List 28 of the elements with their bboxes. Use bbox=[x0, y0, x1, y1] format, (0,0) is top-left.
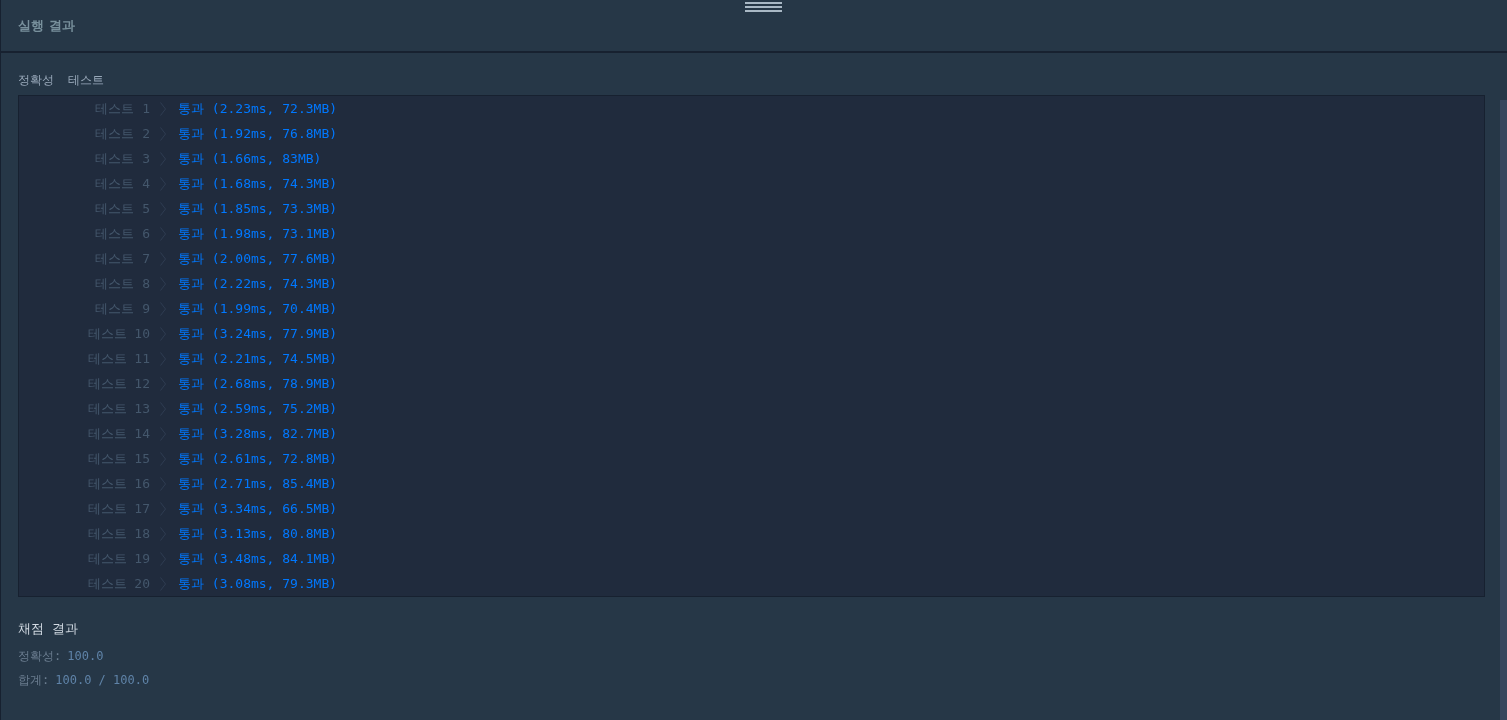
test-result: 통과 (2.59ms, 75.2MB) bbox=[178, 399, 338, 418]
test-result: 통과 (2.23ms, 72.3MB) bbox=[178, 99, 338, 118]
test-result: 통과 (2.61ms, 72.8MB) bbox=[178, 449, 338, 468]
test-result: 통과 (2.22ms, 74.3MB) bbox=[178, 274, 338, 293]
test-result: 통과 (1.99ms, 70.4MB) bbox=[178, 299, 338, 318]
test-result: 통과 (3.08ms, 79.3MB) bbox=[178, 574, 338, 593]
test-result: 통과 (3.34ms, 66.5MB) bbox=[178, 499, 338, 518]
test-result: 통과 (1.85ms, 73.3MB) bbox=[178, 199, 338, 218]
test-result: 통과 (2.21ms, 74.5MB) bbox=[178, 349, 338, 368]
score-value: 100.0 bbox=[67, 647, 104, 665]
test-result: 통과 (1.98ms, 73.1MB) bbox=[178, 224, 338, 243]
test-result: 통과 (1.68ms, 74.3MB) bbox=[178, 174, 338, 193]
drag-handle-icon[interactable] bbox=[745, 2, 782, 12]
score-label: 정확성: bbox=[18, 647, 62, 665]
test-result: 통과 (3.13ms, 80.8MB) bbox=[178, 524, 338, 543]
score-value: 100.0 / 100.0 bbox=[55, 671, 150, 689]
test-result: 통과 (3.28ms, 82.7MB) bbox=[178, 424, 338, 443]
test-result: 통과 (2.68ms, 78.9MB) bbox=[178, 374, 338, 393]
section-label: 정확성 테스트 bbox=[18, 72, 106, 89]
test-result: 통과 (2.00ms, 77.6MB) bbox=[178, 249, 338, 268]
summary-title: 채점 결과 bbox=[18, 620, 79, 638]
test-result: 통과 (2.71ms, 85.4MB) bbox=[178, 474, 338, 493]
test-result: 통과 (3.48ms, 84.1MB) bbox=[178, 549, 338, 568]
test-result: 통과 (3.24ms, 77.9MB) bbox=[178, 324, 338, 343]
score-label: 합계: bbox=[18, 671, 50, 689]
panel-title: 실행 결과 bbox=[18, 16, 75, 35]
test-result: 통과 (1.92ms, 76.8MB) bbox=[178, 124, 338, 143]
test-result: 통과 (1.66ms, 83MB) bbox=[178, 149, 322, 168]
